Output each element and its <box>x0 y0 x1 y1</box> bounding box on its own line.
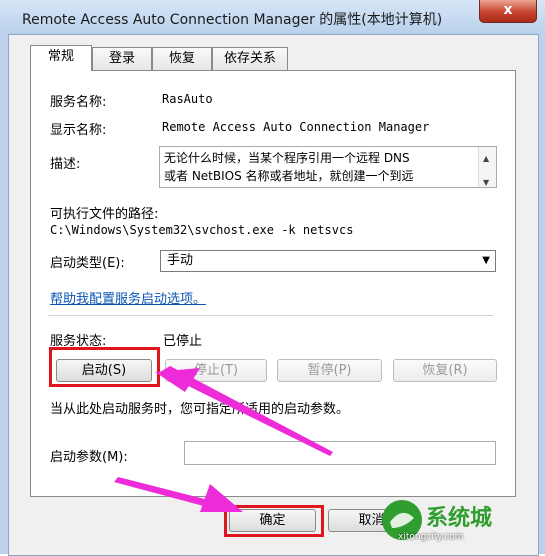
watermark-url: xitongcity.com <box>398 532 464 542</box>
annotation-arrows <box>114 366 333 512</box>
arrow-head-ok <box>200 484 243 512</box>
watermark-text: 系统城 <box>426 506 493 531</box>
tab-general[interactable]: 常规 <box>30 45 92 71</box>
watermark-logo: 系统城 xitongcity.com <box>380 496 530 546</box>
